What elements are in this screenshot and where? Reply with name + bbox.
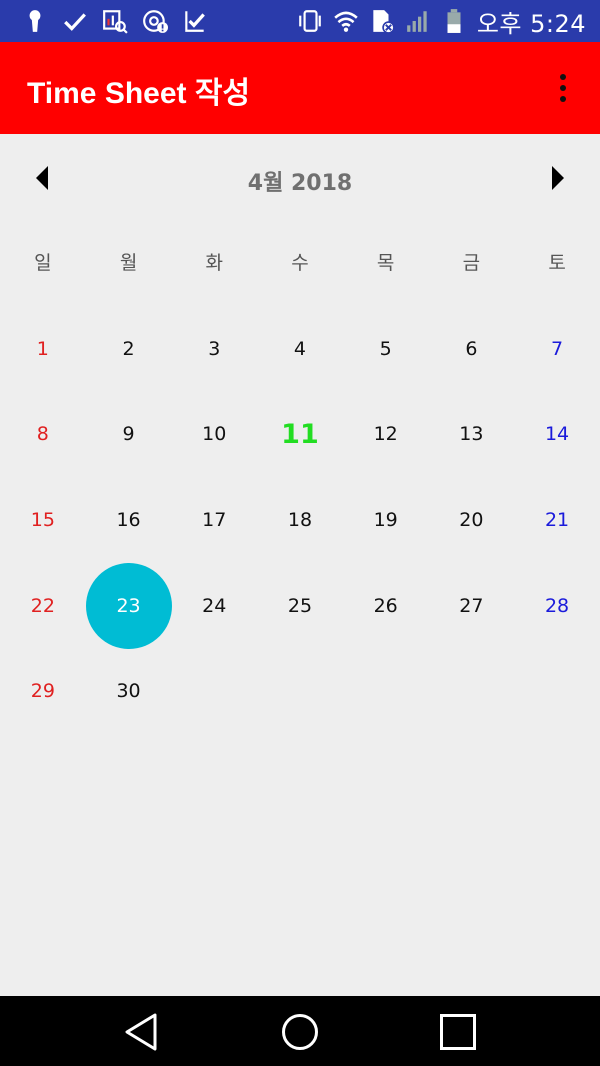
day-cell[interactable]: 29 xyxy=(0,648,86,734)
day-cell-empty xyxy=(257,648,343,734)
signal-icon xyxy=(405,8,431,34)
home-circle-icon xyxy=(282,1014,318,1050)
day-cell[interactable]: 9 xyxy=(86,392,172,478)
weekday-thu: 목 xyxy=(376,252,395,274)
day-cell[interactable]: 8 xyxy=(0,392,86,478)
battery-icon xyxy=(441,8,467,34)
check-icon xyxy=(62,8,88,34)
day-cell[interactable]: 12 xyxy=(343,392,429,478)
day-cell[interactable]: 22 xyxy=(0,563,86,649)
status-bar-left xyxy=(22,6,208,36)
calendar-week: 29 30 xyxy=(0,648,600,734)
chart-search-icon xyxy=(102,8,128,34)
app-title: Time Sheet 작성 xyxy=(27,77,251,110)
calendar-week: 8 9 10 11 12 13 14 xyxy=(0,392,600,478)
calendar-grid: 1 2 3 4 5 6 7 8 9 10 11 12 13 14 15 16 1… xyxy=(0,306,600,734)
day-cell[interactable]: 17 xyxy=(171,477,257,563)
weekday-mon: 월 xyxy=(119,252,138,274)
weekday-tue: 화 xyxy=(205,252,223,274)
day-cell-selected[interactable]: 23 xyxy=(86,563,172,649)
month-header: 4월 2018 xyxy=(0,135,600,221)
recent-apps-button[interactable] xyxy=(436,1010,480,1054)
weekday-sat: 토 xyxy=(548,252,566,274)
day-cell[interactable]: 19 xyxy=(343,477,429,563)
weekday-wed: 수 xyxy=(291,252,309,274)
vibrate-icon xyxy=(297,8,323,34)
day-cell-empty xyxy=(429,648,515,734)
at-sign-icon xyxy=(142,8,168,34)
day-cell[interactable]: 2 xyxy=(86,306,172,392)
app-bar: Time Sheet 작성 xyxy=(0,42,600,134)
day-cell[interactable]: 20 xyxy=(429,477,515,563)
day-cell[interactable]: 16 xyxy=(86,477,172,563)
calendar-week: 15 16 17 18 19 20 21 xyxy=(0,477,600,563)
day-cell[interactable]: 13 xyxy=(429,392,515,478)
day-cell[interactable]: 1 xyxy=(0,306,86,392)
wifi-icon xyxy=(333,8,359,34)
weekday-sun: 일 xyxy=(34,252,52,274)
sim-error-icon xyxy=(369,8,395,34)
recents-square-icon xyxy=(440,1014,476,1050)
day-cell[interactable]: 7 xyxy=(514,306,600,392)
day-cell-today[interactable]: 11 xyxy=(257,392,343,478)
day-cell[interactable]: 28 xyxy=(514,563,600,649)
day-cell[interactable]: 30 xyxy=(86,648,172,734)
download-check-icon xyxy=(182,8,208,34)
day-cell[interactable]: 27 xyxy=(429,563,515,649)
day-cell-empty xyxy=(514,648,600,734)
home-button[interactable] xyxy=(278,1010,322,1054)
day-cell[interactable]: 26 xyxy=(343,563,429,649)
day-cell[interactable]: 3 xyxy=(171,306,257,392)
system-nav-bar xyxy=(0,996,600,1066)
weekday-fri: 금 xyxy=(462,252,481,274)
status-time: 오후 5:24 xyxy=(476,9,586,38)
weekday-header: 일 월 화 수 목 금 토 xyxy=(0,248,600,282)
day-cell[interactable]: 4 xyxy=(257,306,343,392)
back-button[interactable] xyxy=(120,1010,164,1054)
calendar-week: 1 2 3 4 5 6 7 xyxy=(0,306,600,392)
calendar-week: 22 23 24 25 26 27 28 xyxy=(0,563,600,649)
day-cell-empty xyxy=(171,648,257,734)
day-cell[interactable]: 14 xyxy=(514,392,600,478)
back-triangle-icon xyxy=(125,1013,157,1051)
day-cell[interactable]: 18 xyxy=(257,477,343,563)
day-cell[interactable]: 5 xyxy=(343,306,429,392)
day-cell-empty xyxy=(343,648,429,734)
overflow-menu-button[interactable] xyxy=(550,70,576,106)
status-bar-right: 오후 5:24 xyxy=(297,4,586,38)
next-month-button[interactable] xyxy=(544,165,568,191)
day-cell[interactable]: 10 xyxy=(171,392,257,478)
arrow-right-icon xyxy=(552,166,564,190)
day-cell[interactable]: 25 xyxy=(257,563,343,649)
more-vert-icon xyxy=(560,74,566,80)
day-cell[interactable]: 21 xyxy=(514,477,600,563)
month-label: 4월 2018 xyxy=(247,171,353,196)
day-cell[interactable]: 24 xyxy=(171,563,257,649)
day-cell[interactable]: 15 xyxy=(0,477,86,563)
status-bar: 오후 5:24 xyxy=(0,0,600,42)
day-cell[interactable]: 6 xyxy=(429,306,515,392)
keyhole-icon xyxy=(22,8,48,34)
